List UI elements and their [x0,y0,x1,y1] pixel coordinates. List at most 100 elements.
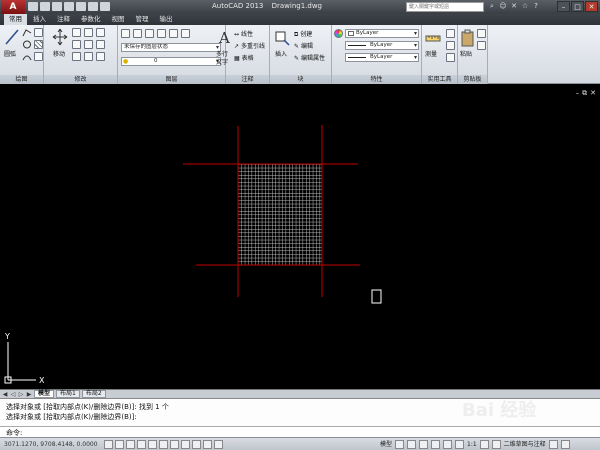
help-icon[interactable]: ? [532,2,540,11]
prev-tab-icon[interactable]: ◁ [10,391,16,398]
search-input[interactable]: 鍵入關鍵字或短語 [406,2,484,12]
save-as-icon[interactable] [64,2,74,11]
clipboard-panel-title[interactable]: 剪贴板 [458,75,487,84]
save-icon[interactable] [52,2,62,11]
create-block-button[interactable]: ⧉ 创建 [294,29,312,39]
redo-icon[interactable] [88,2,98,11]
stretch-icon[interactable] [72,52,81,61]
first-tab-icon[interactable]: ◀ [2,391,8,398]
tab-view[interactable]: 视图 [107,14,130,25]
pan-icon[interactable] [419,440,429,449]
zoom-icon[interactable] [431,440,441,449]
tab-layout2[interactable]: 布局2 [81,390,106,398]
tab-output[interactable]: 输出 [155,14,178,25]
block-panel-title[interactable]: 块 [270,75,331,84]
insert-label[interactable]: 插入 [275,49,287,58]
exchange-icon[interactable]: ✕ [510,2,518,11]
showmotion-icon[interactable] [455,440,465,449]
quick-view-drawings-icon[interactable] [407,440,417,449]
modify-panel-title[interactable]: 修改 [44,75,117,84]
layer-off-icon[interactable] [157,29,166,38]
linear-dimension-button[interactable]: ↔ 线性 [234,29,253,38]
edit-block-button[interactable]: ✎ 编辑 [294,41,313,50]
next-tab-icon[interactable]: ▷ [18,391,24,398]
gradient-icon[interactable] [34,52,43,61]
measure-label[interactable]: 测量 [425,49,437,58]
maximize-icon[interactable]: □ [571,1,584,12]
tab-layout1[interactable]: 布局1 [56,390,80,398]
text-icon[interactable]: A [216,28,232,46]
steering-wheel-icon[interactable] [443,440,453,449]
match-properties-icon[interactable] [334,29,343,38]
annotation-visibility-icon[interactable] [479,440,489,449]
array-icon[interactable] [96,52,105,61]
tab-insert[interactable]: 插入 [28,14,51,25]
rectangle-icon[interactable] [34,28,43,37]
layer-state-dropdown[interactable]: 未保存的图层状态 [121,43,221,52]
tab-home[interactable]: 常用 [4,14,27,25]
tab-manage[interactable]: 管理 [131,14,154,25]
draw-panel-title[interactable]: 绘图 [0,75,43,84]
ducs-icon[interactable] [181,440,190,449]
minimize-icon[interactable]: – [557,1,570,12]
tab-annotate[interactable]: 注释 [52,14,75,25]
paste-icon[interactable] [460,29,476,47]
open-icon[interactable] [40,2,50,11]
layer-isolate-icon[interactable] [133,29,142,38]
new-icon[interactable] [28,2,38,11]
coordinates-readout[interactable]: 3071.1270, 9708.4148, 0.0000 [4,441,98,448]
command-input[interactable]: 命令: [0,426,600,437]
star-icon[interactable]: ☆ [521,2,529,11]
sign-in-icon[interactable]: ☺ [499,2,507,11]
paste-label[interactable]: 粘贴 [460,49,472,58]
arc-icon[interactable] [22,52,32,61]
move-label[interactable]: 移动 [53,49,65,58]
fillet-icon[interactable] [96,40,105,49]
id-point-icon[interactable] [446,53,455,62]
insert-icon[interactable] [274,28,290,46]
workspace-switch[interactable]: 二维草图与注释 [504,440,546,449]
drawing-canvas[interactable]: – ⧉ ✕ Y X [0,85,600,389]
annotation-scale-button[interactable]: 1:1 [467,440,477,449]
multileader-button[interactable]: ↗ 多重引线 [234,41,265,50]
utilities-panel-title[interactable]: 实用工具 [422,75,457,84]
quick-select-icon[interactable] [446,29,455,38]
circle-icon[interactable] [22,40,32,49]
properties-panel-title[interactable]: 特性 [332,75,421,84]
polyline-icon[interactable] [22,28,32,37]
layer-properties-icon[interactable] [121,29,130,38]
3dosnap-icon[interactable] [159,440,168,449]
layer-freeze-icon[interactable] [145,29,154,38]
line-icon[interactable] [4,28,20,46]
workspace-icon[interactable] [491,440,501,449]
dyn-icon[interactable] [192,440,201,449]
lock-icon[interactable] [548,440,558,449]
move-icon[interactable] [52,28,68,46]
trim-icon[interactable] [84,28,93,37]
copy-icon[interactable] [72,40,81,49]
clean-screen-icon[interactable] [560,440,570,449]
osnap-icon[interactable] [148,440,157,449]
tab-model[interactable]: 模型 [34,390,55,398]
layer-lock-icon[interactable] [169,29,178,38]
erase-icon[interactable] [96,28,105,37]
application-menu-button[interactable]: A [1,0,25,14]
layers-panel-title[interactable]: 图层 [118,75,225,84]
model-space-button[interactable]: 模型 [380,440,392,449]
search-icon[interactable]: ⌕ [488,2,496,11]
cut-icon[interactable] [477,29,486,38]
hatch-region[interactable] [237,163,323,266]
grid-icon[interactable] [115,440,124,449]
last-tab-icon[interactable]: ▶ [26,391,32,398]
circle-label[interactable]: 圆弧 [4,49,16,58]
copy-clip-icon[interactable] [477,41,486,50]
print-icon[interactable] [100,2,110,11]
undo-icon[interactable] [76,2,86,11]
layer-dropdown[interactable]: ● 0 [121,57,221,66]
snap-icon[interactable] [104,440,113,449]
scale-icon[interactable] [84,52,93,61]
annotation-panel-title[interactable]: 注释 [226,75,269,84]
layer-match-icon[interactable] [181,29,190,38]
lwt-icon[interactable] [203,440,212,449]
mirror-icon[interactable] [84,40,93,49]
